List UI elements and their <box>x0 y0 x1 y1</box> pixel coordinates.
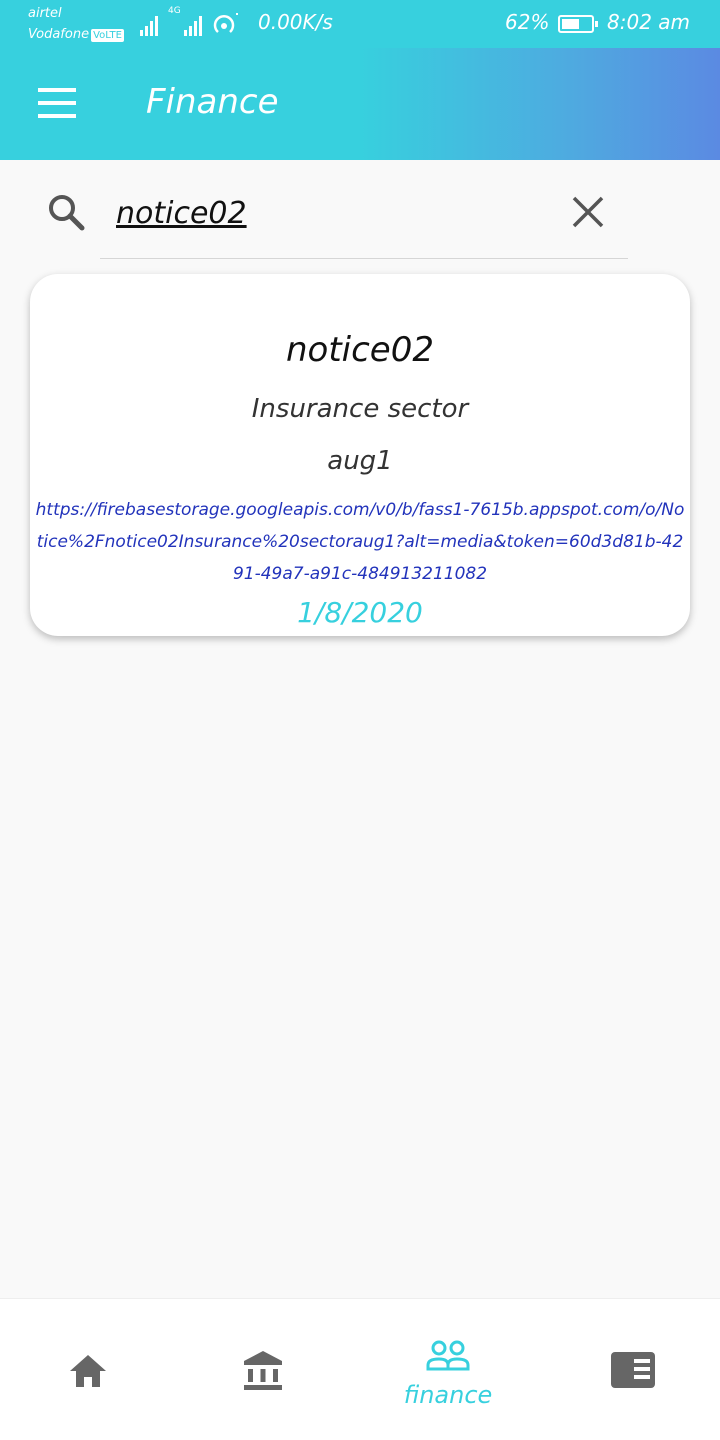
carrier-1: airtel <box>28 6 62 21</box>
nav-home[interactable] <box>38 1299 138 1440</box>
notice-title: notice02 <box>285 330 434 370</box>
close-icon[interactable] <box>570 194 606 230</box>
app-bar: Finance <box>0 48 720 160</box>
status-bar: airtel Vodafone VoLTE 4G 0.00K/s 62% 8:02… <box>0 0 720 48</box>
notice-card[interactable]: notice02 Insurance sector aug1 https://f… <box>30 274 690 636</box>
battery-icon <box>558 15 598 33</box>
hotspot-icon <box>213 13 238 33</box>
notice-url-link[interactable]: https://firebasestorage.googleapis.com/v… <box>34 494 686 590</box>
volte-badge: VoLTE <box>91 29 124 42</box>
people-icon <box>426 1340 470 1371</box>
search-input[interactable] <box>116 190 516 236</box>
carrier-info: airtel Vodafone VoLTE <box>28 3 124 45</box>
nav-bank[interactable] <box>212 1299 312 1440</box>
notice-date: 1/8/2020 <box>297 596 423 629</box>
bottom-nav: finance <box>0 1298 720 1440</box>
signal-4g-icon: 4G <box>168 6 202 36</box>
page-title: Finance <box>146 82 279 122</box>
battery-percent: 62% <box>505 10 550 34</box>
net-speed: 0.00K/s <box>258 10 333 34</box>
search-icon <box>49 195 85 231</box>
news-icon <box>611 1352 655 1388</box>
nav-news[interactable] <box>582 1299 682 1440</box>
hamburger-menu-icon[interactable] <box>38 88 76 118</box>
notice-file-name: aug1 <box>327 446 393 476</box>
carrier-2: Vodafone <box>28 27 90 42</box>
notice-sector: Insurance sector <box>251 394 469 424</box>
network-type-label: 4G <box>168 6 181 16</box>
battery-fill <box>562 19 580 29</box>
nav-finance[interactable]: finance <box>398 1299 498 1440</box>
signal-bars-icon <box>140 14 158 36</box>
search-underline <box>100 258 628 259</box>
nav-finance-label: finance <box>403 1381 493 1409</box>
signal-indicators: 4G <box>140 6 240 36</box>
bank-icon <box>244 1351 282 1390</box>
home-icon <box>70 1355 106 1387</box>
search-bar <box>46 190 636 260</box>
status-time: 8:02 am <box>607 10 691 34</box>
